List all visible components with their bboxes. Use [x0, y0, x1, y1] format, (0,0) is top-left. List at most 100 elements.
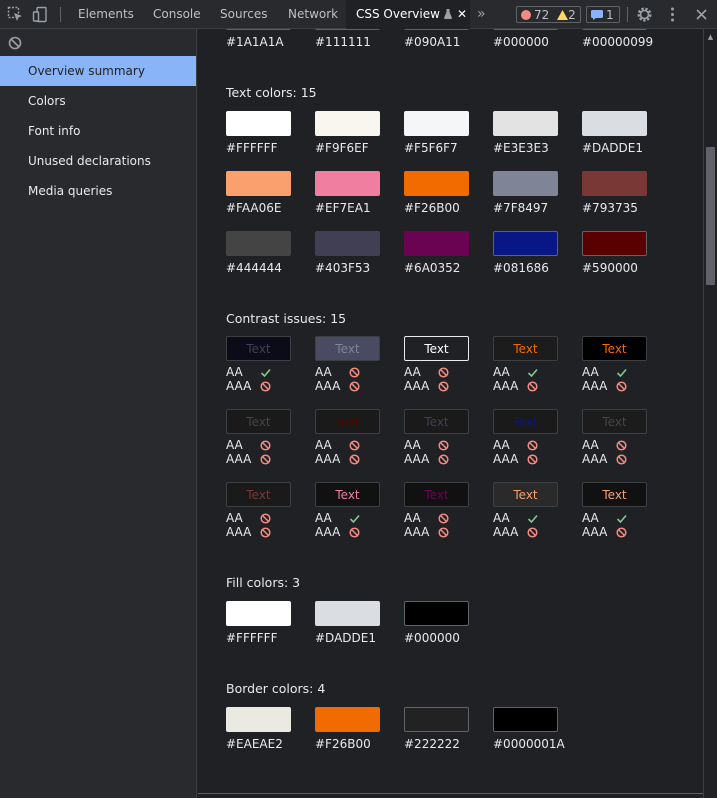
settings-gear-icon[interactable] [636, 6, 653, 23]
color-swatch[interactable] [582, 111, 647, 136]
color-swatch[interactable] [315, 171, 380, 196]
fail-block-icon [260, 527, 271, 538]
color-swatch[interactable] [404, 111, 469, 136]
horizontal-scrollbar[interactable] [198, 793, 703, 798]
color-swatch[interactable] [226, 171, 291, 196]
scroll-up-arrow-icon[interactable]: ▲ [706, 33, 715, 41]
color-hex-label: #F26B00 [404, 201, 460, 215]
aaa-label: AAA [404, 525, 430, 539]
sidebar-item-unused-declarations[interactable]: Unused declarations [0, 146, 196, 176]
color-swatch[interactable] [493, 171, 558, 196]
pass-check-icon [527, 368, 538, 378]
color-swatch[interactable] [226, 707, 291, 732]
aaa-label: AAA [226, 452, 252, 466]
fail-block-icon [438, 454, 449, 465]
fail-block-icon [260, 513, 271, 524]
aaa-label: AAA [582, 379, 608, 393]
color-swatch[interactable] [404, 29, 469, 30]
close-tab-icon[interactable]: ✕ [457, 0, 467, 29]
clear-overview-icon[interactable] [8, 36, 22, 50]
tab-css-overview-label: CSS Overview [356, 7, 440, 21]
tab-console[interactable]: Console [153, 0, 201, 29]
color-swatch[interactable] [493, 29, 558, 30]
color-hex-label: #222222 [404, 737, 460, 751]
color-hex-label: #DADDE1 [582, 141, 643, 155]
aa-label: AA [226, 511, 243, 525]
issues-badge[interactable]: 72 2 [516, 6, 581, 23]
close-devtools-icon[interactable] [693, 6, 710, 23]
sidebar-item-font-info[interactable]: Font info [0, 116, 196, 146]
color-swatch[interactable] [404, 707, 469, 732]
aa-label: AA [404, 365, 421, 379]
aaa-label: AAA [226, 379, 252, 393]
contrast-sample[interactable]: Text [582, 482, 647, 507]
aa-label: AA [404, 511, 421, 525]
sidebar: Overview summary Colors Font info Unused de… [0, 29, 197, 798]
contrast-sample[interactable]: Text [404, 336, 469, 361]
aaa-label: AAA [226, 525, 252, 539]
contrast-sample[interactable]: Text [226, 409, 291, 434]
tab-elements[interactable]: Elements [78, 0, 134, 29]
device-toolbar-icon[interactable] [32, 6, 49, 23]
tab-sources[interactable]: Sources [220, 0, 267, 29]
contrast-sample[interactable]: Text [404, 409, 469, 434]
color-swatch[interactable] [315, 111, 380, 136]
sidebar-item-media-queries[interactable]: Media queries [0, 176, 196, 206]
aaa-label: AAA [582, 525, 608, 539]
contrast-sample[interactable]: Text [404, 482, 469, 507]
aaa-label: AAA [404, 379, 430, 393]
messages-badge[interactable]: 1 [586, 6, 620, 23]
contrast-sample[interactable]: Text [226, 336, 291, 361]
color-hex-label: #000000 [493, 35, 549, 49]
color-hex-label: #590000 [582, 261, 638, 275]
more-tabs-icon[interactable]: » [477, 0, 486, 29]
contrast-sample[interactable]: Text [493, 482, 558, 507]
contrast-sample[interactable]: Text [582, 409, 647, 434]
contrast-sample[interactable]: Text [315, 409, 380, 434]
contrast-sample[interactable]: Text [493, 336, 558, 361]
color-swatch[interactable] [582, 231, 647, 256]
tab-css-overview[interactable]: CSS Overview ✕ [346, 0, 470, 29]
contrast-sample[interactable]: Text [315, 482, 380, 507]
color-swatch[interactable] [404, 601, 469, 626]
contrast-sample[interactable]: Text [226, 482, 291, 507]
color-swatch[interactable] [315, 707, 380, 732]
contrast-sample[interactable]: Text [582, 336, 647, 361]
sidebar-item-colors[interactable]: Colors [0, 86, 196, 116]
color-swatch[interactable] [226, 29, 291, 30]
inspect-element-icon[interactable] [7, 6, 24, 23]
scrollbar-thumb[interactable] [706, 147, 715, 285]
fail-block-icon [527, 381, 538, 392]
color-hex-label: #FFFFFF [226, 141, 278, 155]
color-swatch[interactable] [315, 231, 380, 256]
aa-label: AA [582, 511, 599, 525]
color-hex-label: #6A0352 [404, 261, 461, 275]
color-swatch[interactable] [315, 601, 380, 626]
color-swatch[interactable] [582, 29, 647, 30]
color-swatch[interactable] [404, 171, 469, 196]
messages-count: 1 [606, 8, 614, 22]
color-swatch[interactable] [582, 171, 647, 196]
aa-label: AA [582, 365, 599, 379]
color-swatch[interactable] [226, 111, 291, 136]
color-swatch[interactable] [226, 231, 291, 256]
contrast-sample[interactable]: Text [315, 336, 380, 361]
error-icon [521, 10, 531, 20]
aa-label: AA [404, 438, 421, 452]
sidebar-item-overview-summary[interactable]: Overview summary [0, 56, 196, 86]
fill-colors-title: Fill colors: 3 [226, 575, 301, 590]
contrast-sample[interactable]: Text [493, 409, 558, 434]
scrollbar-track[interactable] [703, 29, 717, 798]
aa-label: AA [315, 438, 332, 452]
color-swatch[interactable] [493, 231, 558, 256]
color-hex-label: #EF7EA1 [315, 201, 371, 215]
color-swatch[interactable] [493, 111, 558, 136]
color-swatch[interactable] [315, 29, 380, 30]
fail-block-icon [349, 440, 360, 451]
color-swatch[interactable] [404, 231, 469, 256]
color-hex-label: #F5F6F7 [404, 141, 458, 155]
color-swatch[interactable] [493, 707, 558, 732]
color-swatch[interactable] [226, 601, 291, 626]
kebab-menu-icon[interactable] [664, 6, 681, 23]
tab-network[interactable]: Network [288, 0, 338, 29]
